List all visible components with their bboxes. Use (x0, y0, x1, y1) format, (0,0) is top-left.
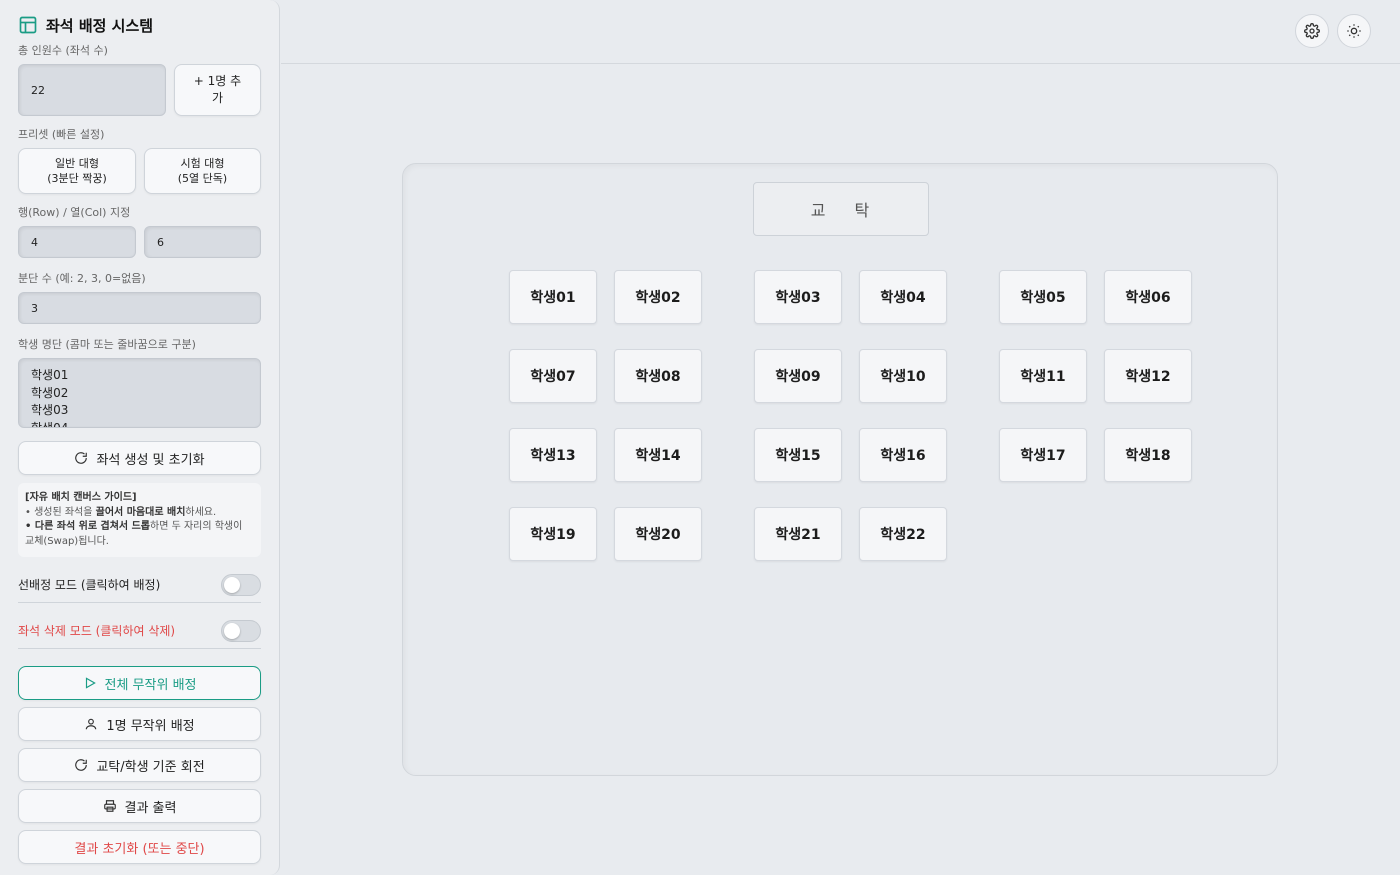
seat-card[interactable]: 학생01 (509, 270, 597, 324)
preset-normal-button[interactable]: 일반 대형 (3분단 짝꿍) (18, 148, 136, 194)
pre-assign-mode-label: 선배정 모드 (클릭하여 배정) (18, 578, 161, 592)
play-icon (85, 677, 96, 689)
generate-button[interactable]: 좌석 생성 및 초기화 (18, 441, 261, 475)
seat-card[interactable]: 학생09 (754, 349, 842, 403)
names-textarea[interactable]: 학생01 학생02 학생03 학생04 (18, 358, 261, 428)
seat-card[interactable]: 학생20 (614, 507, 702, 561)
seat-card[interactable]: 학생14 (614, 428, 702, 482)
sidebar: 좌석 배정 시스템 총 인원수 (좌석 수) 22 + 1명 추 가 프리셋 (… (0, 0, 280, 875)
print-button[interactable]: 결과 출력 (18, 789, 261, 823)
seat-card[interactable]: 학생05 (999, 270, 1087, 324)
rowcol-label: 행(Row) / 열(Col) 지정 (18, 206, 131, 219)
guide-line-2: • 다른 좌석 위로 겹쳐서 드롭하면 두 자리의 학생이 교체(Swap)됩니… (25, 521, 243, 547)
printer-icon (103, 800, 116, 812)
seat-card[interactable]: 학생07 (509, 349, 597, 403)
total-count-label: 총 인원수 (좌석 수) (18, 44, 108, 57)
seat-card[interactable]: 학생04 (859, 270, 947, 324)
random-one-label: 1명 무작위 배정 (106, 718, 195, 734)
delete-mode-label: 좌석 삭제 모드 (클릭하여 삭제) (18, 624, 176, 638)
generate-button-label: 좌석 생성 및 초기화 (96, 452, 205, 468)
top-header (281, 0, 1400, 64)
seat-card[interactable]: 학생21 (754, 507, 842, 561)
rotate-label: 교탁/학생 기준 회전 (96, 759, 205, 775)
seat-card[interactable]: 학생16 (859, 428, 947, 482)
seat-card[interactable]: 학생19 (509, 507, 597, 561)
seat-card[interactable]: 학생11 (999, 349, 1087, 403)
pre-assign-mode-row: 선배정 모드 (클릭하여 배정) (18, 567, 261, 603)
groups-input[interactable]: 3 (18, 292, 261, 324)
random-one-button[interactable]: 1명 무작위 배정 (18, 707, 261, 741)
seat-card[interactable]: 학생08 (614, 349, 702, 403)
guide-title: [자유 배치 캔버스 가이드] (25, 492, 137, 503)
preset-exam-button[interactable]: 시험 대형 (5열 단독) (144, 148, 261, 194)
seat-card[interactable]: 학생15 (754, 428, 842, 482)
groups-label: 분단 수 (예: 2, 3, 0=없음) (18, 272, 146, 285)
reset-button[interactable]: 결과 초기화 (또는 중단) (18, 830, 261, 864)
seat-card[interactable]: 학생22 (859, 507, 947, 561)
total-count-input[interactable]: 22 (18, 64, 166, 116)
layout-icon (19, 16, 37, 34)
pre-assign-mode-toggle[interactable] (221, 573, 261, 596)
seat-card[interactable]: 학생10 (859, 349, 947, 403)
settings-button[interactable] (1295, 14, 1329, 48)
rows-input[interactable]: 4 (18, 226, 136, 258)
seat-card[interactable]: 학생12 (1104, 349, 1192, 403)
add-one-button[interactable]: + 1명 추 가 (174, 64, 261, 116)
delete-mode-toggle[interactable] (221, 619, 261, 642)
random-all-label: 전체 무작위 배정 (104, 677, 197, 693)
seat-canvas[interactable]: 교 탁 학생01 학생02 학생03 학생04 학생05 학생06 학생07 학생08 학생09… (402, 163, 1278, 776)
seat-card[interactable]: 학생06 (1104, 270, 1192, 324)
print-label: 결과 출력 (124, 800, 177, 816)
seat-card[interactable]: 학생02 (614, 270, 702, 324)
cols-input[interactable]: 6 (144, 226, 261, 258)
names-label: 학생 명단 (콤마 또는 줄바꿈으로 구분) (18, 338, 196, 351)
rotate-button[interactable]: 교탁/학생 기준 회전 (18, 748, 261, 782)
refresh-icon (75, 452, 88, 464)
random-all-button[interactable]: 전체 무작위 배정 (18, 666, 261, 700)
app-title: 좌석 배정 시스템 (18, 14, 261, 36)
gear-icon (1304, 23, 1320, 39)
seat-card[interactable]: 학생03 (754, 270, 842, 324)
seat-card[interactable]: 학생13 (509, 428, 597, 482)
guide-line-1: • 생성된 좌석을 끌어서 마음대로 배치하세요. (25, 506, 217, 518)
canvas-guide: [자유 배치 캔버스 가이드] • 생성된 좌석을 끌어서 마음대로 배치하세요… (18, 483, 261, 557)
theme-toggle-button[interactable] (1337, 14, 1371, 48)
sun-icon (1347, 24, 1361, 38)
delete-mode-row: 좌석 삭제 모드 (클릭하여 삭제) (18, 613, 261, 649)
rotate-icon (75, 759, 88, 771)
seat-card[interactable]: 학생18 (1104, 428, 1192, 482)
preset-label: 프리셋 (빠른 설정) (18, 128, 105, 141)
podium: 교 탁 (753, 182, 929, 236)
app-title-text: 좌석 배정 시스템 (46, 16, 154, 35)
seat-card[interactable]: 학생17 (999, 428, 1087, 482)
user-icon (86, 718, 97, 730)
